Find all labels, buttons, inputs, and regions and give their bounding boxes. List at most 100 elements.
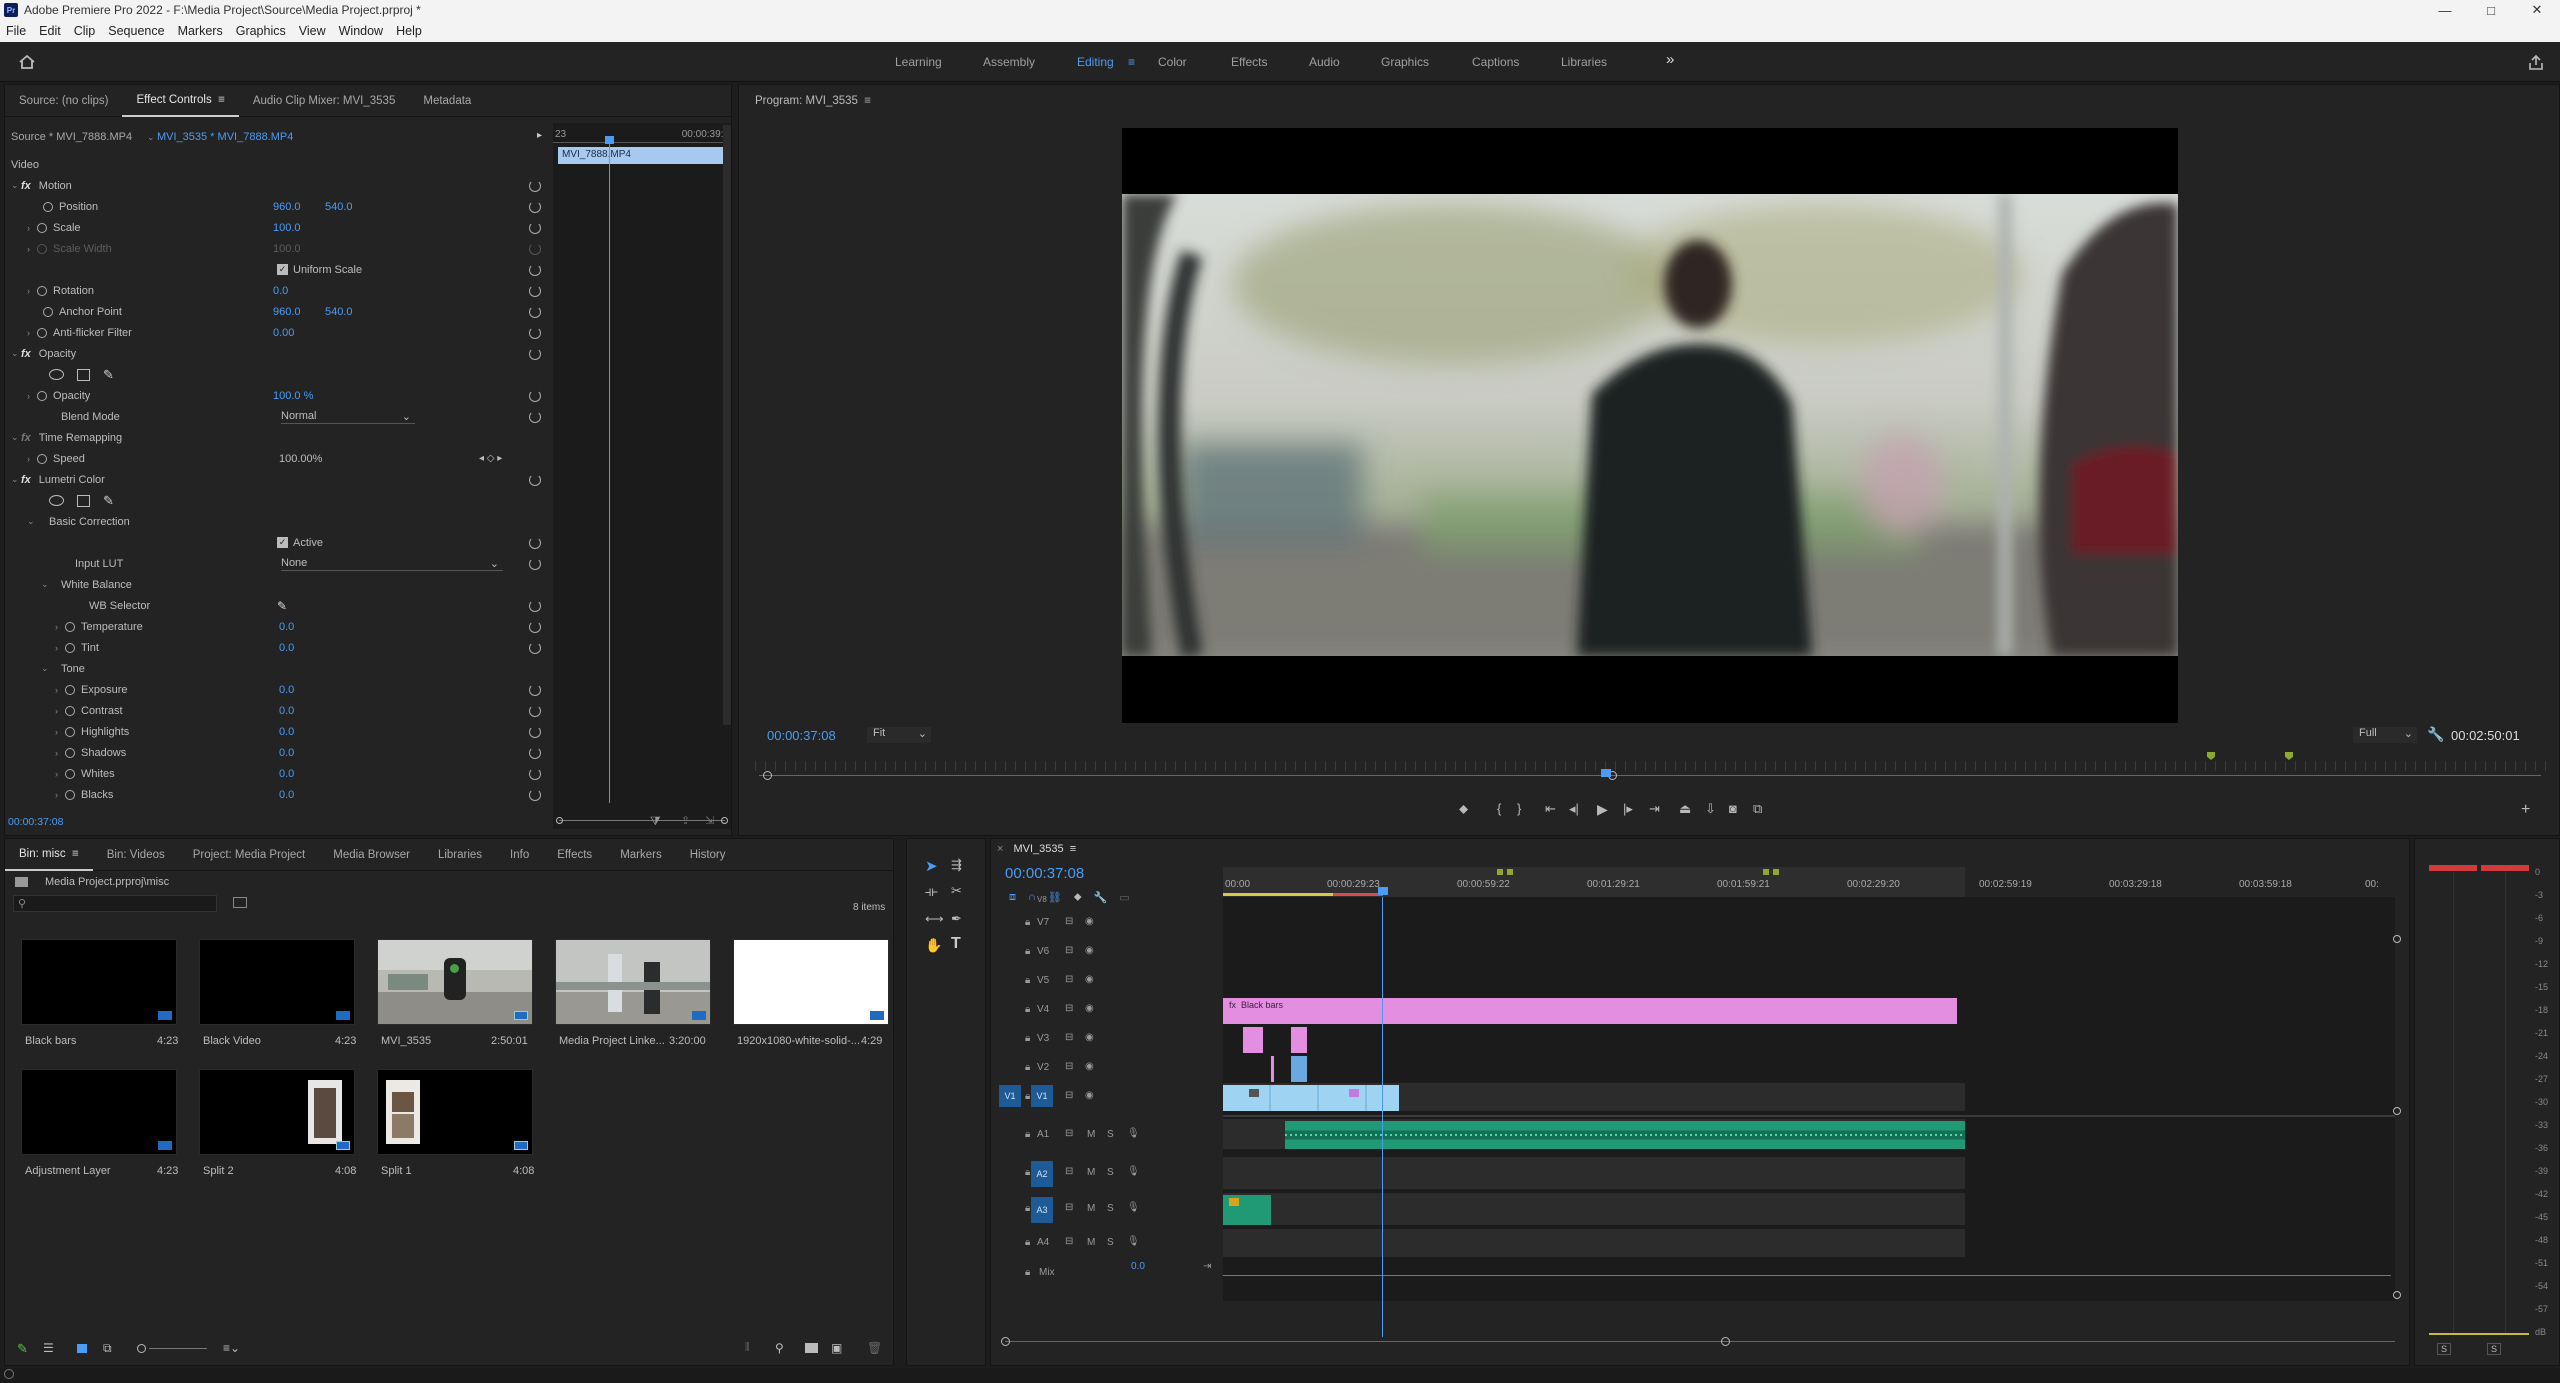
workspace-audio[interactable]: Audio [1309,55,1340,69]
workspace-captions[interactable]: Captions [1472,55,1519,69]
camera-icon[interactable]: ◙ [1729,801,1737,816]
menu-view[interactable]: View [299,24,326,38]
mute-button[interactable]: M [1087,1237,1095,1248]
workspace-color[interactable]: Color [1158,55,1187,69]
close-button[interactable]: ✕ [2514,0,2560,20]
clip-black-bars[interactable]: fx Black bars [1223,998,1957,1024]
bin-item-split-1[interactable] [377,1069,533,1155]
sort-icon[interactable]: ≡⌄ [223,1341,240,1355]
vscroll-handle[interactable] [2393,1291,2401,1299]
pen-mask-icon[interactable]: ✎ [103,493,114,509]
clip-v1-video[interactable] [1223,1085,1399,1111]
expand-arrow-icon[interactable]: ▸ [537,130,542,141]
wrench-icon[interactable]: 🔧 [2427,726,2444,743]
tab-audio-clip-mixer[interactable]: Audio Clip Mixer: MVI_3535 [239,85,410,117]
menu-window[interactable]: Window [339,24,383,38]
source-patch-v1[interactable]: V1 [999,1085,1021,1107]
meter-solo-right[interactable]: S [2487,1343,2501,1355]
zoom-handle-left[interactable] [763,771,772,780]
filter-icon[interactable]: ⧩ [650,814,661,829]
stopwatch-icon[interactable] [65,705,75,716]
video-frame[interactable] [1122,128,2178,723]
rotation-value[interactable]: 0.0 [273,285,288,297]
solo-button[interactable]: S [1107,1203,1114,1214]
pen-tool-icon[interactable]: ✒ [951,911,962,927]
rectangle-mask-icon[interactable] [77,368,90,381]
mute-button[interactable]: M [1087,1203,1095,1214]
stopwatch-icon[interactable] [37,390,47,401]
razor-tool-icon[interactable]: ✂ [951,883,962,899]
workspace-graphics[interactable]: Graphics [1381,55,1429,69]
program-scrubber[interactable] [755,761,2547,771]
mute-button[interactable]: M [1087,1129,1095,1140]
bin-item-black-video[interactable] [199,939,355,1025]
scale-value[interactable]: 100.0 [273,222,301,234]
stopwatch-icon[interactable] [65,747,75,758]
shadows-value[interactable]: 0.0 [279,747,294,759]
home-icon[interactable] [18,54,36,70]
clip-split[interactable] [1271,1056,1274,1082]
anchor-x-value[interactable]: 960.0 [273,306,301,318]
slip-tool-icon[interactable]: ⟷ [925,911,944,927]
tab-effect-controls[interactable]: Effect Controls ≡ [122,85,239,117]
find-icon[interactable]: ⚲ [775,1341,784,1355]
tab-bin-misc[interactable]: Bin: misc ≡ [5,839,93,871]
freeform-view-icon[interactable]: ⧉ [103,1341,112,1356]
hscroll-handle-right[interactable] [1721,1337,1730,1346]
tone-row[interactable]: ⌄ Tone [5,658,551,679]
bin-item-media-project-linked[interactable] [555,939,711,1025]
tab-project[interactable]: Project: Media Project [179,839,320,871]
bin-item-black-bars[interactable] [21,939,177,1025]
stopwatch-icon[interactable] [65,768,75,779]
ellipse-mask-icon[interactable] [49,369,64,380]
tab-metadata[interactable]: Metadata [409,85,485,117]
clip-split[interactable] [1291,1027,1307,1053]
solo-button[interactable]: S [1107,1167,1114,1178]
tab-info[interactable]: Info [496,839,543,871]
bin-search-input[interactable]: ⚲ [13,895,217,912]
stopwatch-icon[interactable] [65,726,75,737]
workspace-libraries[interactable]: Libraries [1561,55,1607,69]
bin-item-mvi-3535[interactable] [377,939,533,1025]
ec-timecode[interactable]: 00:00:37:08 [8,816,63,828]
speed-value[interactable]: 100.00% [279,453,322,465]
insert-icon[interactable]: ⇲ [705,814,714,827]
add-marker-icon[interactable]: ⬥ [1459,801,1468,817]
mute-button[interactable]: M [1087,1167,1095,1178]
motion-row[interactable]: ⌄ fx Motion [5,175,551,196]
track-area[interactable]: fx Black bars [1223,897,2401,1301]
step-forward-icon[interactable]: |▸ [1623,801,1633,817]
input-lut-dropdown[interactable]: None ⌄ [281,557,503,571]
lumetri-row[interactable]: ⌄ fx Lumetri Color [5,469,551,490]
menu-clip[interactable]: Clip [74,24,96,38]
bin-item-split-2[interactable] [199,1069,355,1155]
menu-edit[interactable]: Edit [39,24,61,38]
type-tool-icon[interactable]: T [951,935,961,953]
meter-solo-left[interactable]: S [2437,1343,2451,1355]
stopwatch-icon[interactable] [37,285,47,296]
zoom-slider-handle[interactable] [137,1344,146,1353]
timeline-playhead[interactable] [1382,897,1383,1337]
workspace-assembly[interactable]: Assembly [983,55,1035,69]
rectangle-mask-icon[interactable] [77,494,90,507]
bin-item-white-solid[interactable] [733,939,889,1025]
timeline-ruler[interactable]: 00:00 00:00:29:23 00:00:59:22 00:01:29:2… [1223,867,2395,897]
blacks-value[interactable]: 0.0 [279,789,294,801]
stopwatch-icon[interactable] [37,327,47,338]
basic-correction-row[interactable]: ⌄ Basic Correction [5,511,551,532]
button-editor-icon[interactable]: + [2521,801,2530,819]
track-label-a3[interactable]: A3 [1031,1197,1053,1223]
marker-icon[interactable] [2207,752,2215,760]
new-bin-icon[interactable] [805,1343,818,1353]
solo-button[interactable]: S [1107,1129,1114,1140]
zoom-slider[interactable] [149,1348,207,1349]
lift-icon[interactable]: ⏏ [1679,801,1691,817]
position-x-value[interactable]: 960.0 [273,201,301,213]
icon-view-icon[interactable] [77,1344,87,1353]
trash-icon[interactable]: 🗑 [867,1341,882,1355]
timeline-hscroll[interactable] [1005,1341,2395,1342]
stopwatch-icon[interactable] [65,642,75,653]
program-timecode[interactable]: 00:00:37:08 [767,728,836,743]
workspace-effects[interactable]: Effects [1231,55,1267,69]
stopwatch-icon[interactable] [65,789,75,800]
